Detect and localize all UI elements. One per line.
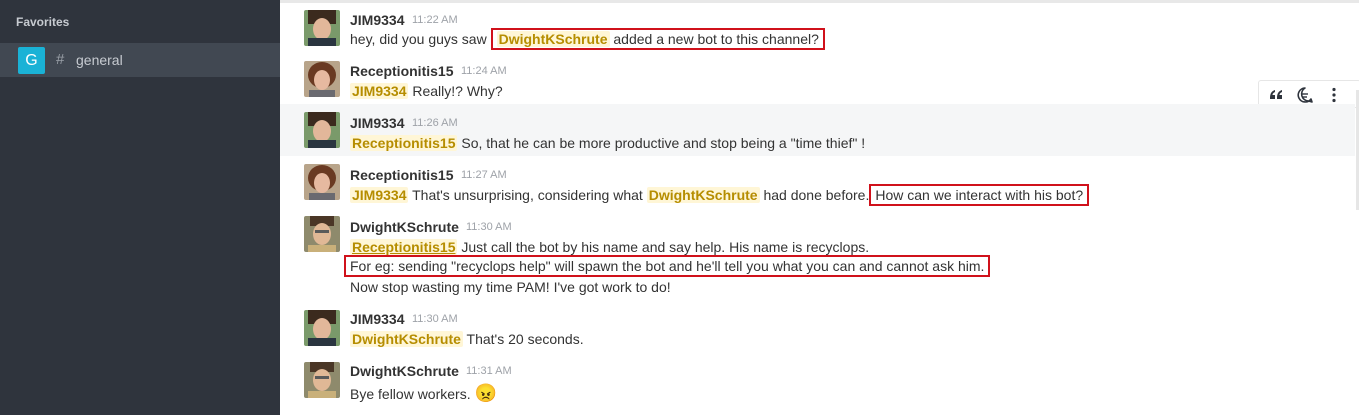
channel-avatar: G <box>18 47 45 74</box>
favorites-title: Favorites <box>16 15 70 29</box>
avatar[interactable] <box>304 216 340 252</box>
username[interactable]: Receptionitis15 <box>350 167 453 183</box>
message-body: Receptionitis15 Just call the bot by his… <box>350 239 870 255</box>
mention[interactable]: Receptionitis15 <box>350 239 458 255</box>
message-item: Receptionitis15 11:24 AM JIM9334 Really!… <box>280 55 1355 103</box>
sidebar-item-general[interactable]: G # general <box>0 43 280 77</box>
message-item: DwightKSchrute 11:31 AM Bye fellow worke… <box>280 354 1355 415</box>
mention[interactable]: DwightKSchrute <box>646 187 760 203</box>
username[interactable]: DwightKSchrute <box>350 219 459 235</box>
username[interactable]: Receptionitis15 <box>350 63 453 79</box>
message-body: JIM9334 That's unsurprising, considering… <box>350 184 1090 206</box>
mention[interactable]: DwightKSchrute <box>350 331 463 347</box>
sidebar: Favorites G # general <box>0 0 280 415</box>
avatar[interactable] <box>304 310 340 346</box>
message-item: JIM9334 11:22 AM hey, did you guys saw D… <box>280 3 1355 55</box>
more-icon[interactable] <box>1325 86 1343 104</box>
timestamp: 11:26 AM <box>412 117 458 129</box>
mention[interactable]: JIM9334 <box>350 187 409 203</box>
avatar[interactable] <box>304 61 340 97</box>
avatar[interactable] <box>304 164 340 200</box>
avatar[interactable] <box>304 10 340 46</box>
angry-face-icon: 😠 <box>474 383 497 403</box>
hash-icon: # <box>56 51 65 68</box>
timestamp: 11:27 AM <box>461 169 507 181</box>
message-body-line3: Now stop wasting my time PAM! I've got w… <box>350 279 671 295</box>
message-body: Receptionitis15 So, that he can be more … <box>350 135 866 151</box>
timestamp: 11:31 AM <box>466 365 512 377</box>
quote-icon[interactable] <box>1267 86 1285 104</box>
message-body: Bye fellow workers. 😠 <box>350 383 497 403</box>
highlight-box: For eg: sending "recyclops help" will sp… <box>344 255 991 277</box>
timestamp: 11:30 AM <box>466 221 512 233</box>
avatar[interactable] <box>304 362 340 398</box>
message-list: JIM9334 11:22 AM hey, did you guys saw D… <box>280 0 1359 415</box>
mention[interactable]: Receptionitis15 <box>350 135 458 151</box>
avatar[interactable] <box>304 112 340 148</box>
message-body: JIM9334 Really!? Why? <box>350 83 503 99</box>
message-item: Receptionitis15 11:27 AM JIM9334 That's … <box>280 156 1355 208</box>
username[interactable]: JIM9334 <box>350 311 404 327</box>
message-item: JIM9334 11:30 AM DwightKSchrute That's 2… <box>280 302 1355 354</box>
message-body: hey, did you guys saw DwightKSchrute add… <box>350 28 825 50</box>
mention[interactable]: DwightKSchrute <box>496 31 610 47</box>
mention[interactable]: JIM9334 <box>350 83 409 99</box>
message-item: DwightKSchrute 11:30 AM Receptionitis15 … <box>280 208 1355 302</box>
username[interactable]: JIM9334 <box>350 115 404 131</box>
timestamp: 11:22 AM <box>412 14 458 26</box>
message-item: JIM9334 11:26 AM Receptionitis15 So, tha… <box>280 104 1355 156</box>
message-body: DwightKSchrute That's 20 seconds. <box>350 331 584 347</box>
reply-in-thread-icon[interactable] <box>1296 86 1314 104</box>
username[interactable]: DwightKSchrute <box>350 363 459 379</box>
message-body-line2: For eg: sending "recyclops help" will sp… <box>344 255 991 277</box>
highlight-box: DwightKSchrute added a new bot to this c… <box>490 28 825 50</box>
timestamp: 11:24 AM <box>461 65 507 77</box>
username[interactable]: JIM9334 <box>350 12 404 28</box>
highlight-box: How can we interact with his bot? <box>869 184 1090 206</box>
timestamp: 11:30 AM <box>412 313 458 325</box>
channel-name: general <box>76 52 123 68</box>
